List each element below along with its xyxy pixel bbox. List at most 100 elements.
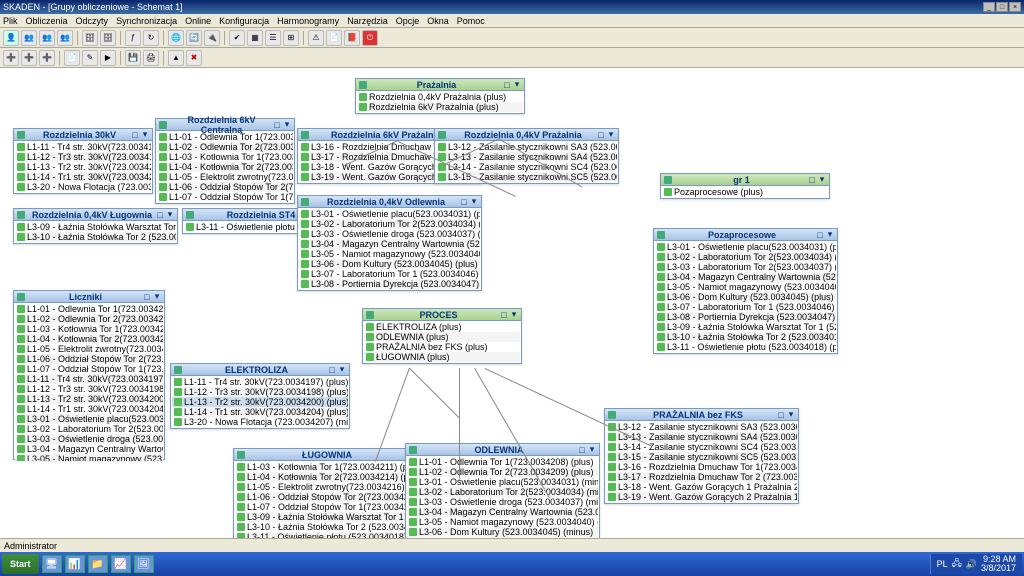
panel-dropdown-icon[interactable]: ▾ <box>588 446 596 454</box>
tool-group3-icon[interactable]: 👥 <box>57 30 73 46</box>
panel-dropdown-icon[interactable]: ▾ <box>153 293 161 301</box>
list-item[interactable]: L1-13 - Tr2 str. 30kV(723.0034200) (plus… <box>172 397 348 407</box>
list-item[interactable]: L1-11 - Tr4 str. 30kV(723.0034197) (plus… <box>15 142 151 152</box>
list-item[interactable]: L3-03 - Oświetlenie droga (523.0034037) … <box>407 497 598 507</box>
list-item[interactable]: L3-11 - Oświetlenie płotu (523.0034018) … <box>655 342 836 352</box>
list-item[interactable]: L1-03 - Kotłownia Tor 1(723.0034211) (pl… <box>157 152 293 162</box>
tool-grid-icon[interactable]: ⊞ <box>283 30 299 46</box>
list-item[interactable]: L1-02 - Odlewnia Tor 2(723.0034209) (plu… <box>407 467 598 477</box>
menu-narzędzia[interactable]: Narzędzia <box>347 16 388 26</box>
panel-collapse-icon[interactable]: □ <box>808 176 816 184</box>
task-icon-5[interactable]: 🖼 <box>134 555 154 573</box>
menu-harmonogramy[interactable]: Harmonogramy <box>277 16 339 26</box>
list-item[interactable]: L1-12 - Tr3 str. 30kV(723.0034198) (plus… <box>172 387 348 397</box>
panel-prazalnia[interactable]: Prażalnia□▾Rozdzielnia 0,4kV Prażalnia (… <box>355 78 525 114</box>
list-item[interactable]: L1-14 - Tr1 str. 30kV(723.0034204) (plus… <box>172 407 348 417</box>
tool2-add3-icon[interactable]: ➕ <box>39 50 55 66</box>
tool-db-icon[interactable]: 🗄 <box>82 30 98 46</box>
list-item[interactable]: L1-13 - Tr2 str. 30kV(723.0034200) (plus… <box>15 162 151 172</box>
list-item[interactable]: L1-14 - Tr1 str. 30kV(723.0034204) (plus… <box>15 172 151 182</box>
list-item[interactable]: L3-10 - Łaźnia Stołówka Tor 2 (523.00340… <box>15 232 176 242</box>
menu-synchronizacja[interactable]: Synchronizacja <box>116 16 177 26</box>
list-item[interactable]: L3-01 - Oświetlenie placu(523.0034031) (… <box>299 209 480 219</box>
panel-collapse-icon[interactable]: □ <box>597 131 605 139</box>
panel-dropdown-icon[interactable]: ▾ <box>166 211 174 219</box>
tool2-save-icon[interactable]: 💾 <box>125 50 141 66</box>
list-item[interactable]: L1-05 - Elektrolit zwrotny(723.0034216) … <box>235 482 426 492</box>
panel-dropdown-icon[interactable]: ▾ <box>787 411 795 419</box>
list-item[interactable]: ODLEWNIA (plus) <box>364 332 520 342</box>
panel-roz04o[interactable]: Rozdzielnia 0,4kV Odlewnia□▾L3-01 - Oświ… <box>297 195 482 291</box>
panel-proces[interactable]: PROCES□▾ELEKTROLIZA (plus)ODLEWNIA (plus… <box>362 308 522 364</box>
menu-odczyty[interactable]: Odczyty <box>76 16 109 26</box>
panel-collapse-icon[interactable]: □ <box>273 121 281 129</box>
list-item[interactable]: L3-20 - Nowa Flotacja (723.0034207) (min… <box>15 182 151 192</box>
list-item[interactable]: L3-18 - Went. Gazów Gorących 1 Prażalnia… <box>606 482 797 492</box>
list-item[interactable]: L3-09 - Łaźnia Stołówka Warsztat Tor 1 (… <box>655 322 836 332</box>
tool2-delete-icon[interactable]: ✖ <box>186 50 202 66</box>
tool-globe-icon[interactable]: 🌐 <box>168 30 184 46</box>
list-item[interactable]: L3-17 - Rozdzielnia Dmuchaw Tor 2 (723.0… <box>606 472 797 482</box>
list-item[interactable]: L3-02 - Laboratorium Tor 2(523.0034034) … <box>655 252 836 262</box>
list-item[interactable]: L3-05 - Namiot magazynowy (523.0034040) … <box>15 454 163 461</box>
list-item[interactable]: L1-04 - Kotłownia Tor 2(723.0034214) (pl… <box>15 334 163 344</box>
list-item[interactable]: L1-12 - Tr3 str. 30kV(723.0034198) (plus… <box>15 384 163 394</box>
panel-gr1[interactable]: gr 1□▾Pozaprocesowe (plus) <box>660 173 830 199</box>
panel-collapse-icon[interactable]: □ <box>328 366 336 374</box>
menu-plik[interactable]: Plik <box>3 16 18 26</box>
list-item[interactable]: L3-08 - Portiernia Dyrekcja (523.0034047… <box>655 312 836 322</box>
list-item[interactable]: L3-04 - Magazyn Centralny Wartownia (523… <box>15 444 163 454</box>
list-item[interactable]: L1-04 - Kotłownia Tor 2(723.0034214) (pl… <box>157 162 293 172</box>
tool2-print-icon[interactable]: 🖨 <box>143 50 159 66</box>
tool2-doc-icon[interactable]: 📄 <box>64 50 80 66</box>
panel-prazfks[interactable]: PRAŻALNIA bez FKS□▾L3-12 - Zasilanie sty… <box>604 408 799 504</box>
list-item[interactable]: L1-02 - Odlewnia Tor 2(723.0034209) (plu… <box>15 314 163 324</box>
panel-collapse-icon[interactable]: □ <box>460 198 468 206</box>
task-icon-4[interactable]: 📈 <box>111 555 131 573</box>
tool2-play-icon[interactable]: ▶ <box>100 50 116 66</box>
tray-net-icon[interactable]: 🖧 <box>952 556 962 572</box>
list-item[interactable]: L1-14 - Tr1 str. 30kV(723.0034204) (plus… <box>15 404 163 414</box>
list-item[interactable]: L1-03 - Kotłownia Tor 1(723.0034211) (pl… <box>235 462 426 472</box>
list-item[interactable]: L3-12 - Zasilanie stycznikowni SA3 (523.… <box>606 422 797 432</box>
panel-collapse-icon[interactable]: □ <box>503 81 511 89</box>
list-item[interactable]: L1-07 - Oddział Stopów Tor 1(723.0034229… <box>15 364 163 374</box>
tray-lang[interactable]: PL <box>937 559 948 569</box>
list-item[interactable]: L3-06 - Dom Kultury (523.0034045) (plus) <box>299 259 480 269</box>
list-item[interactable]: L3-09 - Łaźnia Stołówka Warsztat Tor 1 (… <box>15 222 176 232</box>
tool-db2-icon[interactable]: 🗄 <box>100 30 116 46</box>
menu-okna[interactable]: Okna <box>427 16 449 26</box>
tool-group2-icon[interactable]: 👥 <box>39 30 55 46</box>
list-item[interactable]: L3-05 - Namiot magazynowy (523.0034040) … <box>407 517 598 527</box>
list-item[interactable]: L1-02 - Odlewnia Tor 2(723.0034209) (plu… <box>157 142 293 152</box>
tool-table-icon[interactable]: ▦ <box>247 30 263 46</box>
panel-dropdown-icon[interactable]: ▾ <box>818 176 826 184</box>
tool-refresh-icon[interactable]: ↻ <box>143 30 159 46</box>
menu-online[interactable]: Online <box>185 16 211 26</box>
panel-elektro[interactable]: ELEKTROLIZA□▾L1-11 - Tr4 str. 30kV(723.0… <box>170 363 350 429</box>
list-item[interactable]: L1-06 - Oddział Stopów Tor 2(723.0034228… <box>235 492 426 502</box>
minimize-button[interactable]: _ <box>983 2 995 12</box>
list-item[interactable]: L3-20 - Nowa Flotacja (723.0034207) (min… <box>172 417 348 427</box>
list-item[interactable]: L1-11 - Tr4 str. 30kV(723.0034197) (plus… <box>15 374 163 384</box>
menu-obliczenia[interactable]: Obliczenia <box>26 16 68 26</box>
list-item[interactable]: L3-12 - Zasilanie stycznikowni SA3 (523.… <box>436 142 617 152</box>
list-item[interactable]: L3-06 - Dom Kultury (523.0034045) (minus… <box>407 527 598 537</box>
tool2-add-icon[interactable]: ➕ <box>3 50 19 66</box>
maximize-button[interactable]: □ <box>996 2 1008 12</box>
list-item[interactable]: L1-11 - Tr4 str. 30kV(723.0034197) (plus… <box>172 377 348 387</box>
panel-collapse-icon[interactable]: □ <box>156 211 164 219</box>
menu-opcje[interactable]: Opcje <box>396 16 420 26</box>
panel-dropdown-icon[interactable]: ▾ <box>607 131 615 139</box>
tool2-up-icon[interactable]: ▲ <box>168 50 184 66</box>
panel-dropdown-icon[interactable]: ▾ <box>338 366 346 374</box>
panel-collapse-icon[interactable]: □ <box>500 311 508 319</box>
list-item[interactable]: L3-03 - Oświetlenie droga (523.0034037) … <box>299 229 480 239</box>
list-item[interactable]: Rozdzielnia 6kV Prażalnia (plus) <box>357 102 523 112</box>
list-item[interactable]: L3-06 - Dom Kultury (523.0034045) (plus) <box>655 292 836 302</box>
list-item[interactable]: L3-05 - Namiot magazynowy (523.0034040) … <box>655 282 836 292</box>
panel-roz30[interactable]: Rozdzielnia 30kV□▾L1-11 - Tr4 str. 30kV(… <box>13 128 153 194</box>
panel-collapse-icon[interactable]: □ <box>578 446 586 454</box>
list-item[interactable]: Rozdzielnia 0,4kV Prażalnia (plus) <box>357 92 523 102</box>
list-item[interactable]: L3-09 - Łaźnia Stołówka Warsztat Tor 1 (… <box>235 512 426 522</box>
